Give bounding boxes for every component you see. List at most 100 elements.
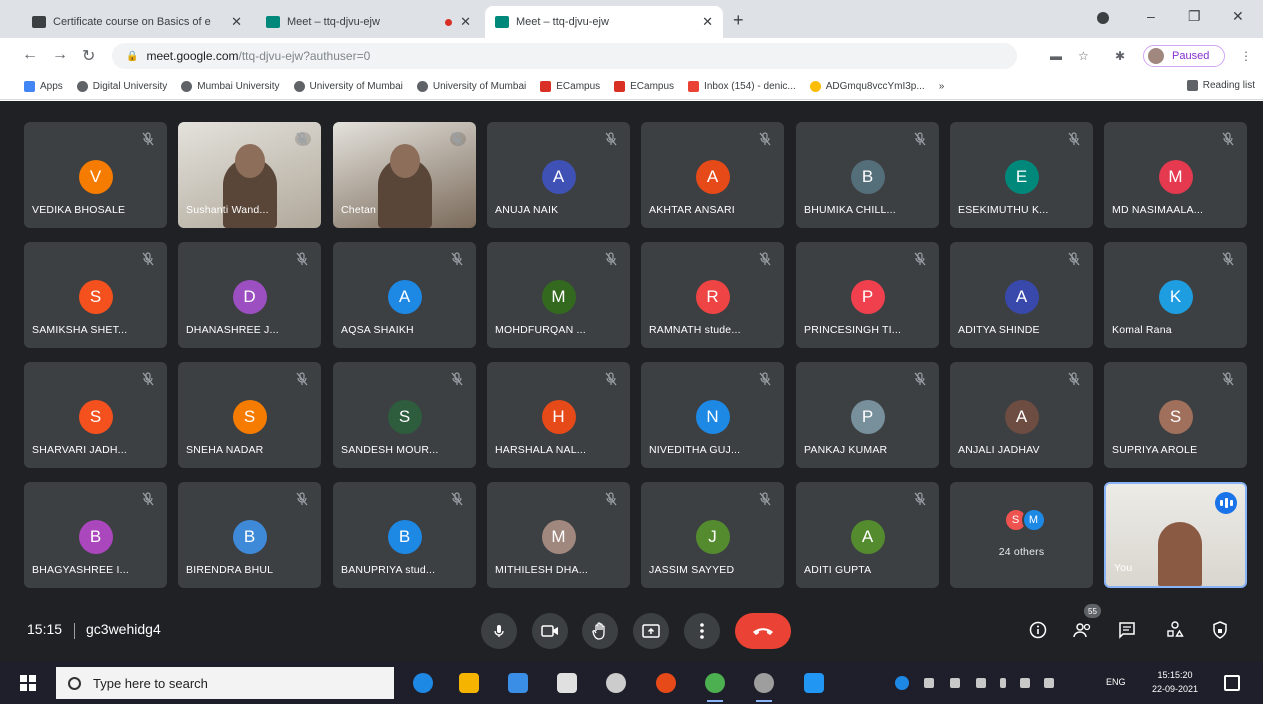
bookmark-adgmqu[interactable]: ADGmqu8vccYmI3p...	[809, 81, 925, 92]
chat-button[interactable]	[1112, 615, 1142, 645]
browser-menu-icon[interactable]: ⋮	[1240, 49, 1252, 63]
participant-tile[interactable]: M MITHILESH DHA...	[487, 482, 630, 588]
participant-tile[interactable]: A ADITI GUPTA	[796, 482, 939, 588]
microphone-button[interactable]	[481, 613, 517, 649]
profile-dot-icon[interactable]	[1097, 12, 1109, 24]
participant-tile[interactable]: A ANUJA NAIK	[487, 122, 630, 228]
language-indicator[interactable]: ENG	[1106, 677, 1126, 687]
extensions-puzzle-icon[interactable]: ✱	[1115, 49, 1125, 63]
chrome-icon[interactable]	[705, 673, 725, 702]
restore-button[interactable]: ❐	[1188, 8, 1201, 25]
network-icon[interactable]	[1020, 678, 1030, 688]
participant-tile[interactable]: A ADITYA SHINDE	[950, 242, 1093, 348]
participant-tile[interactable]: N NIVEDITHA GUJ...	[641, 362, 784, 468]
reading-list-button[interactable]: Reading list	[1186, 80, 1255, 91]
taskbar-clock[interactable]: 15:15:20 22-09-2021	[1152, 668, 1198, 696]
host-controls-button[interactable]	[1205, 615, 1235, 645]
bookmark-university-of-mumbai-2[interactable]: University of Mumbai	[416, 81, 526, 92]
participant-tile[interactable]: A AKHTAR ANSARI	[641, 122, 784, 228]
volume-icon[interactable]	[1044, 678, 1054, 688]
tray-chevron-icon[interactable]	[924, 678, 934, 688]
participant-tile[interactable]: Chetan	[333, 122, 476, 228]
bookmark-inbox[interactable]: Inbox (154) - denic...	[688, 81, 796, 92]
participant-tile[interactable]: H HARSHALA NAL...	[487, 362, 630, 468]
dropbox-icon[interactable]	[557, 673, 577, 693]
avatar: B	[232, 520, 267, 554]
meeting-details-button[interactable]	[1023, 615, 1053, 645]
participants-button[interactable]	[1068, 615, 1098, 645]
participant-tile[interactable]: B BIRENDRA BHUL	[178, 482, 321, 588]
participant-tile[interactable]: M MD NASIMAALA...	[1104, 122, 1247, 228]
participant-tile[interactable]: B BHAGYASHREE I...	[24, 482, 167, 588]
participant-tile[interactable]: S SHARVARI JADH...	[24, 362, 167, 468]
taskbar-search-box[interactable]: Type here to search	[56, 667, 394, 699]
bookmark-digital-university[interactable]: Digital University	[76, 81, 167, 92]
close-window-button[interactable]: ✕	[1232, 8, 1244, 25]
present-screen-button[interactable]	[633, 613, 669, 649]
bookmark-university-of-mumbai-1[interactable]: University of Mumbai	[293, 81, 403, 92]
windows-start-icon[interactable]	[20, 675, 36, 691]
close-tab-icon[interactable]: ✕	[231, 14, 242, 30]
close-tab-icon[interactable]: ✕	[702, 14, 713, 30]
bookmark-mumbai-university[interactable]: Mumbai University	[181, 81, 280, 92]
more-options-button[interactable]	[684, 613, 720, 649]
participant-tile[interactable]: D DHANASHREE J...	[178, 242, 321, 348]
participant-tile[interactable]: K Komal Rana	[1104, 242, 1247, 348]
tab-certificate-course[interactable]: Certificate course on Basics of e ✕	[22, 6, 252, 38]
edge-browser-icon[interactable]	[413, 673, 433, 693]
participant-tile[interactable]: S SAMIKSHA SHET...	[24, 242, 167, 348]
notification-center-icon[interactable]	[1224, 675, 1240, 691]
participant-tile[interactable]: M MOHDFURQAN ...	[487, 242, 630, 348]
address-bar[interactable]: 🔒 meet.google.com/ttq-djvu-ejw?authuser=…	[112, 43, 1017, 69]
participant-tile[interactable]: P PRINCESINGH TI...	[796, 242, 939, 348]
participant-name: ADITYA SHINDE	[958, 324, 1040, 336]
activities-button[interactable]	[1160, 615, 1190, 645]
present-icon	[642, 624, 660, 638]
bookmarks-overflow-button[interactable]: »	[939, 81, 945, 92]
bookmark-apps[interactable]: Apps	[24, 81, 63, 92]
help-icon[interactable]	[895, 676, 909, 690]
tab-meet-1[interactable]: Meet – ttq-djvu-ejw ✕	[256, 6, 481, 38]
chrome-profile-icon[interactable]	[754, 673, 774, 702]
tab-meet-2[interactable]: Meet – ttq-djvu-ejw ✕	[485, 6, 723, 38]
forward-arrow-icon[interactable]: →	[52, 46, 68, 64]
participant-tile[interactable]: A ANJALI JADHAV	[950, 362, 1093, 468]
raise-hand-button[interactable]	[582, 613, 618, 649]
file-explorer-icon[interactable]	[459, 673, 479, 693]
app-window-icon[interactable]	[804, 673, 824, 693]
others-tile[interactable]: S M 24 others	[950, 482, 1093, 588]
self-view-tile[interactable]: You	[1104, 482, 1247, 588]
close-tab-icon[interactable]: ✕	[460, 14, 471, 30]
avatar: S	[232, 400, 267, 434]
participant-tile[interactable]: P PANKAJ KUMAR	[796, 362, 939, 468]
app-icon[interactable]	[656, 673, 676, 693]
camera-button[interactable]	[532, 613, 568, 649]
battery-icon[interactable]	[1000, 678, 1006, 688]
participant-tile[interactable]: J JASSIM SAYYED	[641, 482, 784, 588]
profile-paused-button[interactable]: Paused	[1143, 45, 1225, 67]
bookmark-ecampus-1[interactable]: ECampus	[540, 81, 600, 92]
bookmark-star-icon[interactable]: ☆	[1078, 49, 1089, 63]
search-placeholder: Type here to search	[93, 675, 208, 691]
participant-tile[interactable]: E ESEKIMUTHU K...	[950, 122, 1093, 228]
participant-tile[interactable]: A AQSA SHAIKH	[333, 242, 476, 348]
participant-tile[interactable]: B BANUPRIYA stud...	[333, 482, 476, 588]
participant-tile[interactable]: S SANDESH MOUR...	[333, 362, 476, 468]
camera-indicator-icon[interactable]: ▬	[1050, 49, 1062, 63]
participant-tile[interactable]: V VEDIKA BHOSALE	[24, 122, 167, 228]
minimize-button[interactable]: –	[1147, 8, 1155, 24]
mail-icon[interactable]	[508, 673, 528, 693]
participant-tile[interactable]: S SUPRIYA AROLE	[1104, 362, 1247, 468]
participant-tile[interactable]: S SNEHA NADAR	[178, 362, 321, 468]
tray-app-icon[interactable]	[950, 678, 960, 688]
reload-icon[interactable]: ↻	[82, 46, 95, 66]
new-tab-button[interactable]: +	[733, 10, 744, 31]
participant-tile[interactable]: B BHUMIKA CHILL...	[796, 122, 939, 228]
tray-app-icon[interactable]	[976, 678, 986, 688]
end-call-button[interactable]	[735, 613, 791, 649]
participant-tile[interactable]: R RAMNATH stude...	[641, 242, 784, 348]
bookmark-ecampus-2[interactable]: ECampus	[614, 81, 674, 92]
back-arrow-icon[interactable]: ←	[22, 46, 38, 64]
obs-icon[interactable]	[606, 673, 626, 693]
participant-tile[interactable]: Sushanti Wand...	[178, 122, 321, 228]
